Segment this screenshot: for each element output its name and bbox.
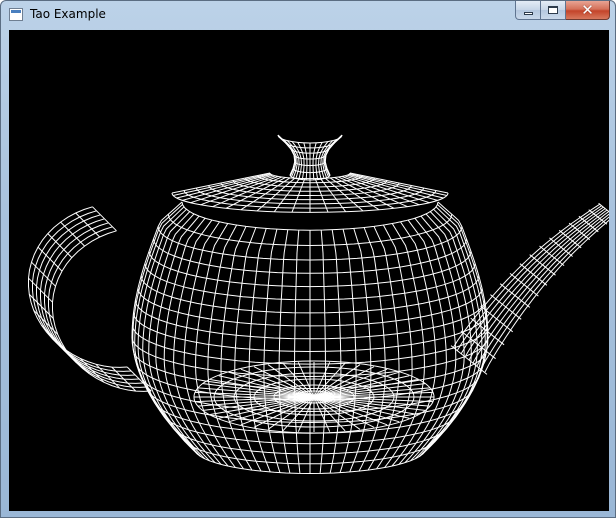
render-viewport[interactable] <box>9 30 609 511</box>
maximize-button[interactable] <box>541 1 566 20</box>
lid-meridian <box>348 173 444 199</box>
app-window-icon[interactable] <box>9 8 23 21</box>
lid-meridian <box>212 176 282 208</box>
caption-buttons: ✕ <box>515 1 610 21</box>
handle-rib <box>31 261 56 287</box>
spout-line <box>484 219 609 373</box>
lid-meridian <box>176 173 272 199</box>
lid-meridian <box>240 177 291 211</box>
lid-meridian <box>256 177 296 212</box>
handle-rib <box>79 357 105 383</box>
handle-rib <box>37 246 63 272</box>
lid-meridian <box>338 176 408 208</box>
minimize-button[interactable] <box>515 1 541 20</box>
window-title: Tao Example <box>30 7 106 21</box>
knob-meridian <box>324 134 343 176</box>
handle-rib <box>51 338 77 363</box>
lid-meridian <box>329 177 380 211</box>
title-bar[interactable]: Tao Example ✕ <box>1 1 615 29</box>
lid-meridian <box>324 177 364 212</box>
teapot-wireframe <box>28 134 609 475</box>
knob-ring <box>277 134 343 144</box>
minimize-icon <box>523 11 533 15</box>
handle-rib <box>64 349 90 375</box>
knob-meridian <box>277 134 296 176</box>
spout-rib <box>529 254 556 276</box>
spout-rib <box>539 245 565 266</box>
close-icon: ✕ <box>581 0 594 19</box>
close-button[interactable]: ✕ <box>566 1 610 20</box>
maximize-icon <box>548 6 558 14</box>
app-window: Tao Example ✕ <box>0 0 616 518</box>
